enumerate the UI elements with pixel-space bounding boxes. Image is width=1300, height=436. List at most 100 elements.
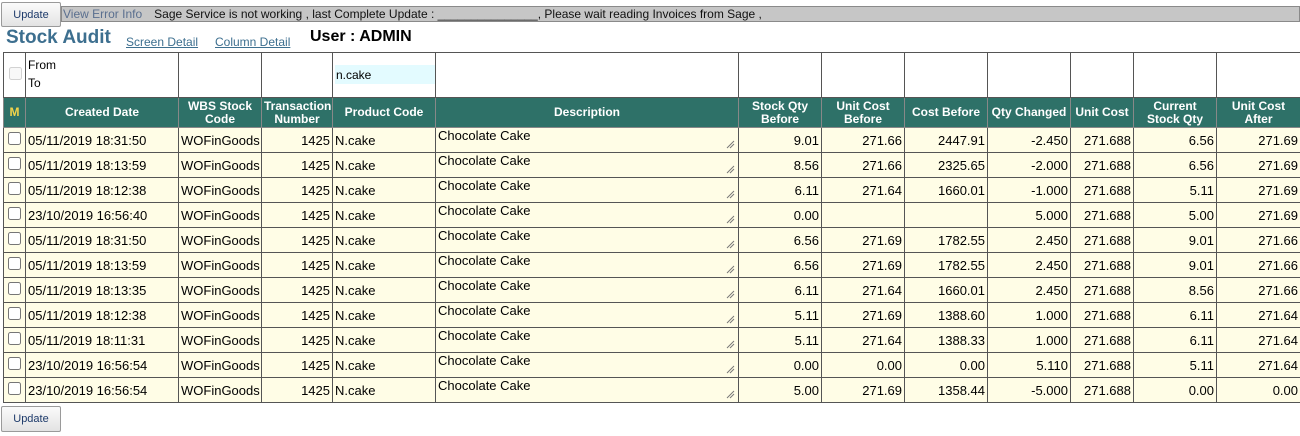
table-row[interactable]: 05/11/2019 18:13:35 WOFinGoods 1425 N.cake C… xyxy=(3,277,1300,303)
column-header-cost-before[interactable]: Cost Before xyxy=(904,97,988,128)
column-header-product-code[interactable]: Product Code xyxy=(332,97,436,128)
cell-qty-changed: -1.000 xyxy=(987,177,1071,203)
row-select-cell xyxy=(3,127,26,153)
column-header-transaction-number[interactable]: Transaction Number xyxy=(261,97,333,128)
row-select-checkbox[interactable] xyxy=(8,382,21,395)
filter-stock-qty-before[interactable] xyxy=(738,52,822,98)
cell-description[interactable]: Chocolate Cake xyxy=(435,177,739,203)
cell-description[interactable]: Chocolate Cake xyxy=(435,352,739,378)
screen-detail-link[interactable]: Screen Detail xyxy=(126,35,198,49)
cell-unit-cost-before xyxy=(821,202,905,228)
cell-wbs-stock-code: WOFinGoods xyxy=(178,252,262,278)
filter-unit-cost[interactable] xyxy=(1070,52,1134,98)
cell-cost-before: 1660.01 xyxy=(904,177,988,203)
view-error-info-link[interactable]: View Error Info xyxy=(63,7,142,21)
resize-grip-icon[interactable] xyxy=(726,290,735,299)
column-header-description[interactable]: Description xyxy=(435,97,739,128)
filter-qty-changed[interactable] xyxy=(987,52,1071,98)
cell-description[interactable]: Chocolate Cake xyxy=(435,277,739,303)
filter-current-stock-qty[interactable] xyxy=(1133,52,1217,98)
column-header-unit-cost[interactable]: Unit Cost xyxy=(1070,97,1134,128)
cell-stock-qty-before: 8.56 xyxy=(738,152,822,178)
cell-unit-cost: 271.688 xyxy=(1070,327,1134,353)
row-select-cell xyxy=(3,377,26,403)
cell-wbs-stock-code: WOFinGoods xyxy=(178,327,262,353)
resize-grip-icon[interactable] xyxy=(726,165,735,174)
column-header-unit-cost-before[interactable]: Unit Cost Before xyxy=(821,97,905,128)
table-row[interactable]: 05/11/2019 18:31:50 WOFinGoods 1425 N.cake C… xyxy=(3,227,1300,253)
resize-grip-icon[interactable] xyxy=(726,390,735,399)
product-code-filter-input[interactable] xyxy=(335,65,435,84)
cell-description[interactable]: Chocolate Cake xyxy=(435,202,739,228)
cell-description[interactable]: Chocolate Cake xyxy=(435,377,739,403)
table-row[interactable]: 05/11/2019 18:13:59 WOFinGoods 1425 N.cake C… xyxy=(3,252,1300,278)
resize-grip-icon[interactable] xyxy=(726,240,735,249)
cell-wbs-stock-code: WOFinGoods xyxy=(178,127,262,153)
column-header-wbs-stock-code[interactable]: WBS Stock Code xyxy=(178,97,262,128)
cell-description[interactable]: Chocolate Cake xyxy=(435,152,739,178)
to-label[interactable]: To xyxy=(28,74,176,92)
column-header-created-date[interactable]: Created Date xyxy=(25,97,179,128)
resize-grip-icon[interactable] xyxy=(726,365,735,374)
row-select-checkbox[interactable] xyxy=(8,157,21,170)
table-row[interactable]: 05/11/2019 18:13:59 WOFinGoods 1425 N.cake C… xyxy=(3,152,1300,178)
cell-unit-cost-before: 271.64 xyxy=(821,277,905,303)
cell-transaction-number: 1425 xyxy=(261,177,333,203)
table-row[interactable]: 05/11/2019 18:31:50 WOFinGoods 1425 N.cake C… xyxy=(3,127,1300,153)
table-row[interactable]: 05/11/2019 18:11:31 WOFinGoods 1425 N.cake C… xyxy=(3,327,1300,353)
row-select-checkbox[interactable] xyxy=(8,257,21,270)
table-row[interactable]: 23/10/2019 16:56:54 WOFinGoods 1425 N.cake C… xyxy=(3,352,1300,378)
resize-grip-icon[interactable] xyxy=(726,265,735,274)
row-select-checkbox[interactable] xyxy=(8,207,21,220)
cell-unit-cost-after: 271.64 xyxy=(1216,352,1300,378)
table-row[interactable]: 05/11/2019 18:12:38 WOFinGoods 1425 N.cake C… xyxy=(3,177,1300,203)
table-row[interactable]: 05/11/2019 18:12:38 WOFinGoods 1425 N.cake C… xyxy=(3,302,1300,328)
update-button[interactable]: Update xyxy=(1,2,61,27)
column-header-m[interactable]: M xyxy=(3,97,26,128)
filter-unit-cost-before[interactable] xyxy=(821,52,905,98)
cell-description[interactable]: Chocolate Cake xyxy=(435,252,739,278)
column-header-unit-cost-after[interactable]: Unit Cost After xyxy=(1216,97,1300,128)
update-button-bottom[interactable]: Update xyxy=(1,406,61,432)
cell-wbs-stock-code: WOFinGoods xyxy=(178,227,262,253)
cell-wbs-stock-code: WOFinGoods xyxy=(178,202,262,228)
row-select-checkbox[interactable] xyxy=(8,232,21,245)
user-name: ADMIN xyxy=(359,28,412,45)
row-select-checkbox[interactable] xyxy=(8,182,21,195)
cell-unit-cost-before: 271.69 xyxy=(821,252,905,278)
column-header-qty-changed[interactable]: Qty Changed xyxy=(987,97,1071,128)
resize-grip-icon[interactable] xyxy=(726,315,735,324)
filter-transaction-number[interactable] xyxy=(261,52,333,98)
column-header-stock-qty-before[interactable]: Stock Qty Before xyxy=(738,97,822,128)
row-select-checkbox[interactable] xyxy=(8,307,21,320)
cell-current-stock-qty: 5.11 xyxy=(1133,177,1217,203)
resize-grip-icon[interactable] xyxy=(726,215,735,224)
row-select-checkbox[interactable] xyxy=(8,282,21,295)
table-row[interactable]: 23/10/2019 16:56:54 WOFinGoods 1425 N.cake C… xyxy=(3,377,1300,403)
cell-transaction-number: 1425 xyxy=(261,277,333,303)
cell-unit-cost-before: 271.64 xyxy=(821,327,905,353)
table-row[interactable]: 23/10/2019 16:56:40 WOFinGoods 1425 N.cake C… xyxy=(3,202,1300,228)
cell-created-date: 05/11/2019 18:13:59 xyxy=(25,152,179,178)
filter-cost-before[interactable] xyxy=(904,52,988,98)
column-header-current-stock-qty[interactable]: Current Stock Qty xyxy=(1133,97,1217,128)
filter-checkbox[interactable] xyxy=(9,67,22,80)
description-text: Chocolate Cake xyxy=(438,303,531,319)
cell-description[interactable]: Chocolate Cake xyxy=(435,302,739,328)
filter-description[interactable] xyxy=(435,52,739,98)
filter-unit-cost-after[interactable] xyxy=(1216,52,1300,98)
filter-wbs-stock-code[interactable] xyxy=(178,52,262,98)
resize-grip-icon[interactable] xyxy=(726,140,735,149)
cell-description[interactable]: Chocolate Cake xyxy=(435,327,739,353)
row-select-checkbox[interactable] xyxy=(8,132,21,145)
column-detail-link[interactable]: Column Detail xyxy=(215,35,290,49)
row-select-checkbox[interactable] xyxy=(8,332,21,345)
resize-grip-icon[interactable] xyxy=(726,190,735,199)
row-select-checkbox[interactable] xyxy=(8,357,21,370)
from-label[interactable]: From xyxy=(28,56,176,74)
resize-grip-icon[interactable] xyxy=(726,340,735,349)
description-text: Chocolate Cake xyxy=(438,153,531,169)
cell-description[interactable]: Chocolate Cake xyxy=(435,227,739,253)
cell-description[interactable]: Chocolate Cake xyxy=(435,127,739,153)
cell-unit-cost: 271.688 xyxy=(1070,277,1134,303)
